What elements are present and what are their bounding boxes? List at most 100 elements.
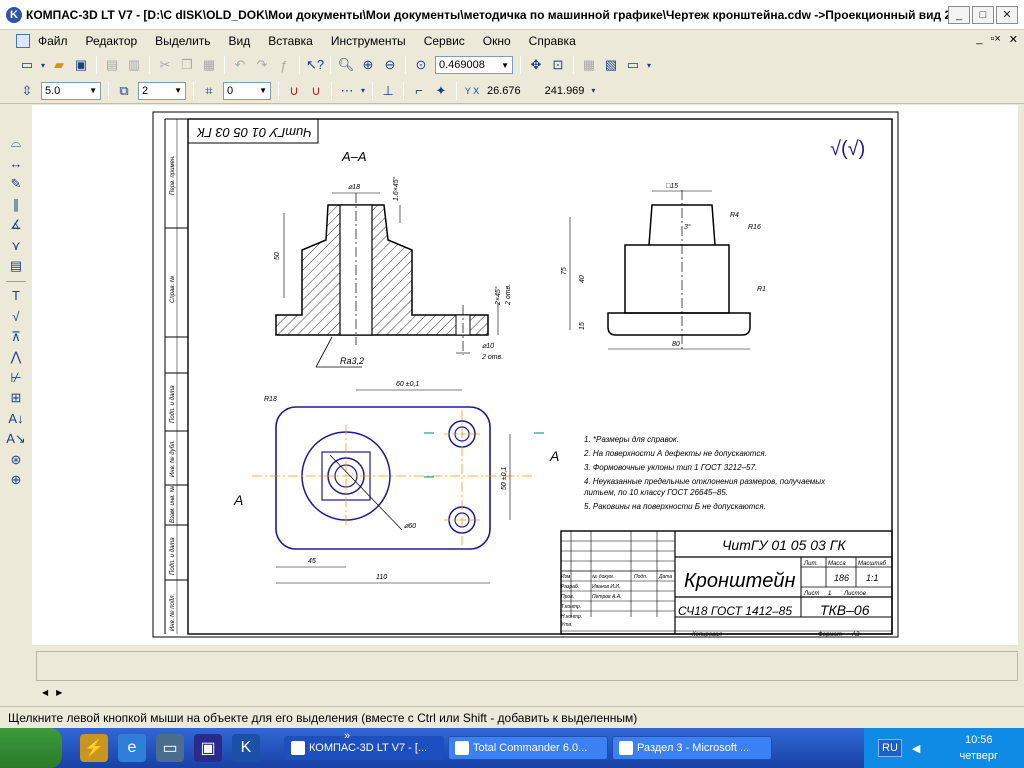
- spec-icon[interactable]: ▤: [6, 256, 26, 276]
- menu-window[interactable]: Окно: [483, 34, 511, 48]
- roughness-icon[interactable]: √: [6, 306, 26, 326]
- view-icon[interactable]: ⌗: [199, 81, 219, 101]
- mark-icon[interactable]: ⊬: [6, 368, 26, 388]
- geometry-icon[interactable]: ⌓: [6, 133, 26, 153]
- zoom-in-icon[interactable]: ⊕: [358, 55, 378, 75]
- compact-toolbar: ⌓ ↔ ✎ ∥ ∡ ⋎ ▤ T √ ⊼ ⋀ ⊬ ⊞ A↓ A↘ ⊛ ⊕: [0, 105, 32, 645]
- zoom-scale-icon[interactable]: ⊙: [411, 55, 431, 75]
- cut-icon[interactable]: ✂: [155, 55, 175, 75]
- internet-explorer-icon[interactable]: e: [118, 734, 146, 762]
- menu-file[interactable]: Файл: [38, 34, 68, 48]
- task-word[interactable]: Раздел 3 - Microsoft ...: [612, 736, 772, 760]
- menu-service[interactable]: Сервис: [424, 34, 465, 48]
- note-line: 2. На поверхности А дефекты не допускают…: [583, 449, 767, 458]
- scroll-left-icon[interactable]: ◀: [42, 688, 48, 697]
- datum-icon[interactable]: ⊼: [6, 327, 26, 347]
- open-folder-icon[interactable]: ▰: [49, 55, 69, 75]
- task-buttons: КОМПАС-3D LT V7 - [... Total Commander 6…: [284, 736, 772, 760]
- start-button[interactable]: [0, 728, 62, 768]
- menu-view[interactable]: Вид: [229, 34, 251, 48]
- cut-line-icon[interactable]: A↓: [6, 409, 26, 429]
- ortho-icon[interactable]: ⌐: [409, 81, 429, 101]
- stamp-role: Разраб.: [561, 584, 579, 590]
- print-icon[interactable]: ▤: [102, 55, 122, 75]
- redo-icon[interactable]: ↷: [252, 55, 272, 75]
- fit-all-icon[interactable]: ⊡: [548, 55, 568, 75]
- quick-launch-chevron[interactable]: »: [344, 730, 350, 742]
- zoom-icon[interactable]: 🔍︎: [336, 55, 356, 75]
- leader-icon[interactable]: ⋀: [6, 347, 26, 367]
- dropdown-arrow-icon[interactable]: ▾: [645, 55, 653, 75]
- close-button[interactable]: ✕: [996, 5, 1018, 24]
- tolerance-icon[interactable]: ⊞: [6, 388, 26, 408]
- snap-icon[interactable]: ✦: [431, 81, 451, 101]
- measure-icon[interactable]: ∡: [6, 215, 26, 235]
- kompas-icon[interactable]: K: [232, 734, 260, 762]
- clock[interactable]: 10:56 четверг: [960, 732, 999, 764]
- chevron-down-icon: ▼: [259, 86, 267, 95]
- help-pointer-icon[interactable]: ↖?: [305, 55, 325, 75]
- view-arrow-icon[interactable]: A↘: [6, 429, 26, 449]
- function-icon[interactable]: ƒ: [274, 55, 294, 75]
- doc-minimize-button[interactable]: _: [976, 33, 982, 46]
- grid-icon[interactable]: ⋯: [337, 81, 357, 101]
- maximize-button[interactable]: □: [972, 5, 994, 24]
- language-indicator[interactable]: RU: [878, 739, 902, 757]
- dropdown-arrow-icon[interactable]: ▾: [589, 81, 597, 101]
- menu-tools[interactable]: Инструменты: [331, 34, 406, 48]
- scroll-right-icon[interactable]: ▶: [56, 688, 62, 697]
- document-icon[interactable]: [16, 34, 30, 48]
- save-icon[interactable]: ▣: [71, 55, 91, 75]
- print-preview-icon[interactable]: ▥: [124, 55, 144, 75]
- total-commander-icon: [455, 741, 469, 755]
- coordinate-system-icon[interactable]: ⊥: [378, 81, 398, 101]
- horizontal-scroll[interactable]: ◀ ▶: [36, 684, 1018, 700]
- winamp-icon[interactable]: ⚡: [80, 734, 108, 762]
- dimensions-icon[interactable]: ↔: [6, 154, 26, 174]
- view-field[interactable]: 0 ▼: [223, 81, 271, 100]
- magnet-icon[interactable]: ∪: [284, 81, 304, 101]
- copy-icon[interactable]: ❐: [177, 55, 197, 75]
- doc-restore-button[interactable]: ▫×: [990, 33, 1000, 46]
- doc-close-button[interactable]: ✕: [1009, 33, 1018, 46]
- tray-expand-icon[interactable]: ◀: [912, 742, 920, 755]
- stamp-mass: 186: [834, 573, 849, 583]
- dropdown-arrow-icon[interactable]: ▾: [39, 55, 47, 75]
- menu-help[interactable]: Справка: [529, 34, 576, 48]
- save-disk-icon[interactable]: ▣: [194, 734, 222, 762]
- panel-icon[interactable]: ▭: [623, 55, 643, 75]
- properties-panel[interactable]: [36, 651, 1018, 681]
- task-total-commander[interactable]: Total Commander 6.0...: [448, 736, 608, 760]
- select-icon[interactable]: ⋎: [6, 236, 26, 256]
- layer-icon[interactable]: ⧉: [114, 81, 134, 101]
- kompas-logo-icon: K: [6, 6, 22, 23]
- zoom-out-icon[interactable]: ⊖: [380, 55, 400, 75]
- new-document-icon[interactable]: ▭: [17, 55, 37, 75]
- properties-icon[interactable]: ▧: [601, 55, 621, 75]
- local-snap-icon[interactable]: ∪: [306, 81, 326, 101]
- menu-editor[interactable]: Редактор: [86, 34, 138, 48]
- grid-step-icon[interactable]: ⇳: [17, 81, 37, 101]
- task-kompas[interactable]: КОМПАС-3D LT V7 - [...: [284, 736, 444, 760]
- drawing-sheet[interactable]: Перв. примен. Справ. № Подп. и дата Инв.…: [32, 105, 1018, 645]
- parametrize-icon[interactable]: ∥: [6, 195, 26, 215]
- text-icon[interactable]: T: [6, 286, 26, 306]
- hatch-icon[interactable]: ⊛: [6, 450, 26, 470]
- dropdown-arrow-icon[interactable]: ▾: [359, 81, 367, 101]
- menu-insert[interactable]: Вставка: [268, 34, 313, 48]
- menu-select[interactable]: Выделить: [155, 34, 210, 48]
- center-mark-icon[interactable]: ⊕: [6, 470, 26, 490]
- undo-icon[interactable]: ↶: [230, 55, 250, 75]
- stamp-role: Пров.: [561, 594, 574, 600]
- zoom-scale-field[interactable]: 0.469008 ▼: [435, 56, 513, 74]
- step-field[interactable]: 5.0 ▼: [41, 81, 101, 100]
- pan-icon[interactable]: ✥: [526, 55, 546, 75]
- layer-field[interactable]: 2 ▼: [138, 81, 186, 100]
- tree-icon[interactable]: ▦: [579, 55, 599, 75]
- cut-label-right: А: [549, 448, 559, 464]
- minimize-button[interactable]: _: [948, 5, 970, 24]
- paste-icon[interactable]: ▦: [199, 55, 219, 75]
- drawing-area[interactable]: Перв. примен. Справ. № Подп. и дата Инв.…: [32, 105, 1018, 645]
- desktop-icon[interactable]: ▭: [156, 734, 184, 762]
- edit-icon[interactable]: ✎: [6, 174, 26, 194]
